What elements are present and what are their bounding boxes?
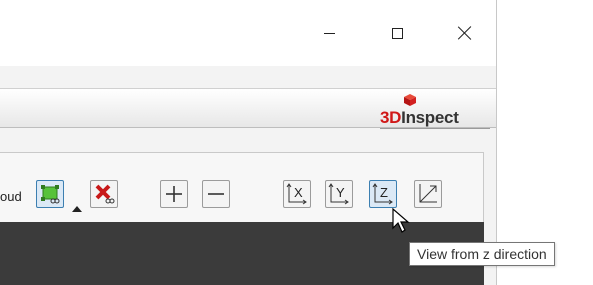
header-band: 3DInspect <box>0 88 496 129</box>
logo-text: 3DInspect <box>380 108 459 128</box>
view-x-button[interactable]: X <box>283 180 311 208</box>
maximize-icon <box>391 27 403 39</box>
view-iso-button[interactable] <box>414 180 442 208</box>
minus-icon <box>208 193 224 195</box>
title-bar <box>0 0 496 66</box>
plus-icon <box>166 186 182 202</box>
toolbar-partial-label: oud <box>0 189 22 204</box>
close-icon <box>458 26 472 40</box>
close-button[interactable] <box>442 14 488 52</box>
tooltip: View from z direction <box>409 242 555 266</box>
zoom-out-button[interactable] <box>202 180 230 208</box>
maximize-button[interactable] <box>374 14 420 52</box>
minimize-icon <box>323 32 335 34</box>
view-z-button[interactable]: Z <box>369 180 397 208</box>
dropdown-arrow-icon[interactable] <box>72 206 82 212</box>
zoom-in-button[interactable] <box>160 180 188 208</box>
tooltip-text: View from z direction <box>417 246 547 262</box>
view-z-label: Z <box>380 185 388 200</box>
minimize-button[interactable] <box>306 14 352 52</box>
remove-points-button[interactable] <box>90 180 118 208</box>
mouse-cursor-icon <box>392 208 410 233</box>
select-points-button[interactable] <box>36 180 64 208</box>
logo-text-inspect: Inspect <box>401 108 459 127</box>
logo-cube-icon <box>404 94 416 106</box>
select-green-icon <box>41 185 60 204</box>
view-y-label: Y <box>336 185 345 200</box>
logo-underline <box>380 128 490 129</box>
app-logo: 3DInspect <box>380 94 490 129</box>
remove-red-x-icon <box>95 184 115 204</box>
view-y-button[interactable]: Y <box>325 180 353 208</box>
view-x-label: X <box>294 185 303 200</box>
logo-text-3d: 3D <box>380 108 402 127</box>
view-iso-icon <box>419 184 437 203</box>
